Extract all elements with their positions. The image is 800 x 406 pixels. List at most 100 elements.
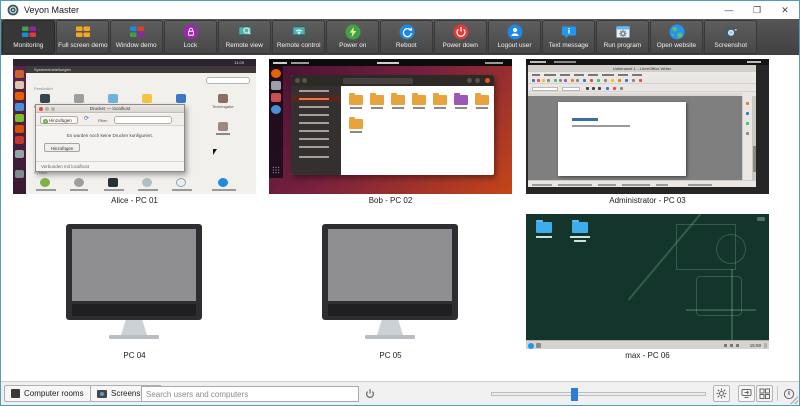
alice-dialog-title: Drucker — localhost <box>36 106 184 111</box>
window-title: Veyon Master <box>24 5 79 15</box>
computer-tile-bob-pc02[interactable]: Bob - PC 02 <box>269 59 512 205</box>
close-button[interactable]: ✕ <box>771 1 799 19</box>
alice-settings-title: Systemeinstellungen <box>34 67 71 72</box>
logout-user-button[interactable]: Logout user <box>488 20 541 54</box>
statusbar: Computer rooms Screenshots <box>1 381 799 405</box>
alice-dialog-message: Es wurden noch keine Drucker konfigurier… <box>36 133 184 138</box>
writer-sidebar <box>742 96 752 180</box>
computer-label: Bob - PC 02 <box>269 196 512 205</box>
statusbar-separator <box>777 386 778 401</box>
adjust-icon-size-button[interactable] <box>713 385 730 402</box>
lock-button[interactable]: Lock <box>164 20 217 54</box>
bob-desktop-thumbnail <box>269 59 512 194</box>
remote-view-icon <box>236 23 254 41</box>
minimize-button[interactable]: — <box>715 1 743 19</box>
writer-document-page <box>558 102 686 176</box>
fullscreen-demo-icon <box>74 23 92 41</box>
fullscreen-demo-button[interactable]: Full screen demo <box>56 20 109 54</box>
open-website-icon <box>668 23 686 41</box>
plasma-toolbox-icon <box>757 217 765 221</box>
align-to-grid-button[interactable] <box>756 385 773 402</box>
slider-handle[interactable] <box>571 388 578 401</box>
kde-folder-icon <box>536 222 552 233</box>
run-program-icon <box>614 23 632 41</box>
computer-rooms-button[interactable]: Computer rooms <box>4 385 91 402</box>
computer-label: PC 04 <box>13 351 256 360</box>
reboot-icon <box>398 23 416 41</box>
remote-control-icon <box>290 23 308 41</box>
veyon-master-window: Veyon Master — ❐ ✕ Monitoring Full scree… <box>0 0 800 406</box>
run-program-button[interactable]: Run program <box>596 20 649 54</box>
offline-monitor-icon <box>13 214 256 349</box>
alice-dialog-add-button: + Hinzufügen <box>40 116 78 124</box>
computer-monitoring-area: 11:09 Systemeinstellungen Persön <box>1 55 799 383</box>
reboot-button[interactable]: Reboot <box>380 20 433 54</box>
computer-label: Alice - PC 01 <box>13 196 256 205</box>
writer-window: Unbenannt 1 – LibreOffice Writer <box>528 65 756 187</box>
veyon-logo-icon <box>7 4 19 16</box>
writer-scrollbar <box>752 96 756 180</box>
bob-files-window <box>291 75 494 175</box>
offline-monitor-icon <box>269 214 512 349</box>
max-desktop-thumbnail: 15:59 <box>526 214 769 349</box>
open-website-button[interactable]: Open website <box>650 20 703 54</box>
resize-grip[interactable] <box>790 396 798 404</box>
alice-section-personal: Persönlich <box>34 86 53 91</box>
plus-icon: + <box>43 119 48 124</box>
screenshot-icon <box>722 23 740 41</box>
computer-tile-max-pc06[interactable]: 15:59 max - PC 06 <box>526 214 769 360</box>
window-demo-button[interactable]: Window demo <box>110 20 163 54</box>
computer-label: Administrator - PC 03 <box>526 196 769 205</box>
power-on-icon <box>344 23 362 41</box>
alice-dialog-filter-field <box>114 116 172 124</box>
gear-icon <box>716 388 727 399</box>
window-demo-icon <box>128 23 146 41</box>
thumbnail-size-slider[interactable] <box>491 392 706 396</box>
text-message-button[interactable]: Text message <box>542 20 595 54</box>
alice-mouse-cursor <box>213 149 217 155</box>
alice-launcher <box>13 66 26 194</box>
power-down-button[interactable]: Power down <box>434 20 487 54</box>
monitoring-button[interactable]: Monitoring <box>2 20 55 54</box>
alice-clock: 11:09 <box>234 60 244 65</box>
computer-tile-alice-pc01[interactable]: 11:09 Systemeinstellungen Persön <box>13 59 256 205</box>
computer-arrangement-button[interactable] <box>738 385 755 402</box>
powered-on-filter-button[interactable] <box>363 387 377 401</box>
toolbar: Monitoring Full screen demo Window demo … <box>1 19 799 55</box>
remote-view-button[interactable]: Remote view <box>218 20 271 54</box>
alice-dialog-add-button-2: Hinzufügen <box>44 143 80 152</box>
screenshots-camera-icon <box>97 390 107 398</box>
alice-desktop-thumbnail: 11:09 Systemeinstellungen Persön <box>13 59 256 194</box>
text-message-icon <box>560 23 578 41</box>
monitoring-grid-icon <box>20 23 38 41</box>
computer-tile-administrator-pc03[interactable]: Unbenannt 1 – LibreOffice Writer <box>526 59 769 205</box>
computer-tile-pc05[interactable]: PC 05 <box>269 214 512 360</box>
administrator-desktop-thumbnail: Unbenannt 1 – LibreOffice Writer <box>526 59 769 194</box>
titlebar: Veyon Master — ❐ ✕ <box>1 1 799 19</box>
alice-settings-search <box>206 77 250 84</box>
refresh-icon: ⟳ <box>84 117 89 122</box>
computer-label: PC 05 <box>269 351 512 360</box>
writer-window-title: Unbenannt 1 – LibreOffice Writer <box>528 65 756 72</box>
logout-user-icon <box>506 23 524 41</box>
lock-icon <box>182 23 200 41</box>
remote-control-button[interactable]: Remote control <box>272 20 325 54</box>
alice-caption-textinput: Texteingabe <box>212 104 234 109</box>
alice-dialog-filter-label: Filter: <box>98 118 108 123</box>
alice-dialog-status: Verbunden mit localhost <box>41 164 89 169</box>
kde-taskbar: 15:59 <box>526 340 769 349</box>
search-input[interactable] <box>141 386 359 402</box>
computer-label: max - PC 06 <box>526 351 769 360</box>
computer-tile-pc04[interactable]: PC 04 <box>13 214 256 360</box>
kde-folder-icon <box>572 222 588 233</box>
grid-icon <box>759 388 770 399</box>
window-controls: — ❐ ✕ <box>715 1 799 19</box>
bob-dock <box>269 66 283 178</box>
kde-clock: 15:59 <box>750 343 761 348</box>
monitor-arrange-icon <box>741 388 752 399</box>
screenshot-button[interactable]: Screenshot <box>704 20 757 54</box>
alice-printer-dialog: Drucker — localhost + Hinzufügen ⟳ Filte… <box>35 104 185 172</box>
power-on-button[interactable]: Power on <box>326 20 379 54</box>
maximize-button[interactable]: ❐ <box>743 1 771 19</box>
computer-rooms-icon <box>11 389 20 398</box>
